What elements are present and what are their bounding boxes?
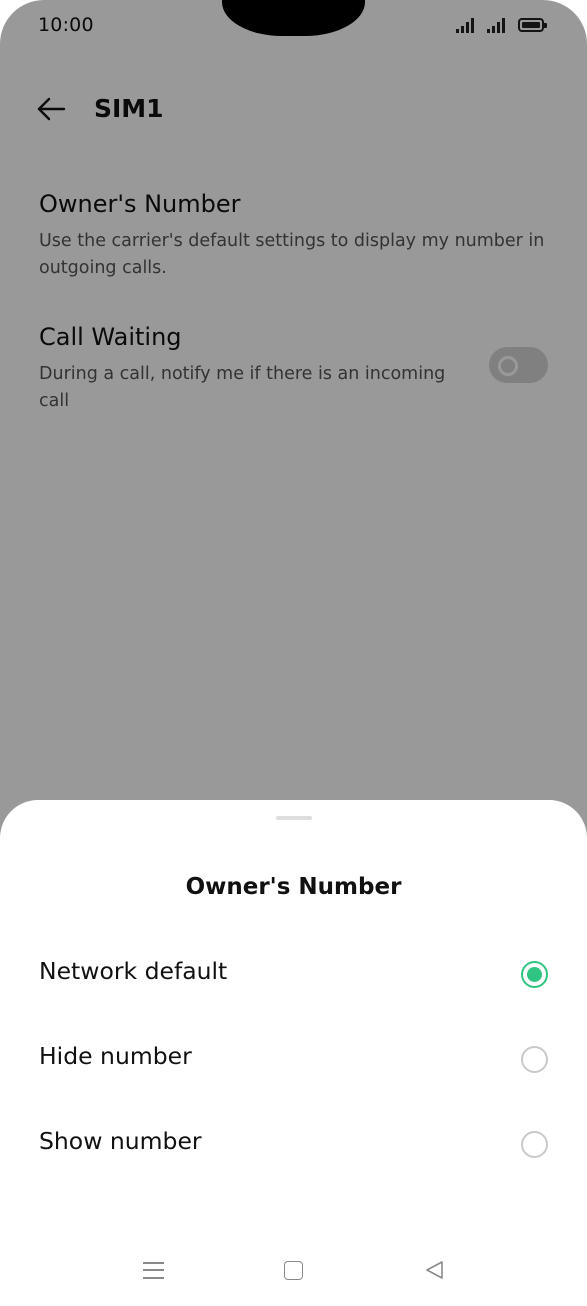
triangle-back-icon <box>426 1261 443 1279</box>
screen: 10:00 SIM1 Owner's Number Use the carrie… <box>0 0 587 1306</box>
option-network-default[interactable]: Network default <box>0 931 587 1015</box>
radio-unchecked-icon[interactable] <box>521 1046 548 1073</box>
owners-number-sheet: Owner's Number Network default Hide numb… <box>0 800 587 1306</box>
option-label: Network default <box>39 957 228 985</box>
option-label: Show number <box>39 1127 202 1155</box>
option-label: Hide number <box>39 1042 192 1070</box>
radio-unchecked-icon[interactable] <box>521 1131 548 1158</box>
navigation-bar <box>0 1236 587 1306</box>
sheet-drag-handle[interactable] <box>276 816 312 820</box>
sheet-title: Owner's Number <box>185 874 402 900</box>
option-hide-number[interactable]: Hide number <box>0 1016 587 1100</box>
nav-back-button[interactable] <box>423 1259 445 1281</box>
home-button[interactable] <box>284 1261 303 1280</box>
recent-apps-button[interactable] <box>143 1261 164 1279</box>
radio-checked-icon[interactable] <box>521 961 548 988</box>
option-show-number[interactable]: Show number <box>0 1101 587 1185</box>
